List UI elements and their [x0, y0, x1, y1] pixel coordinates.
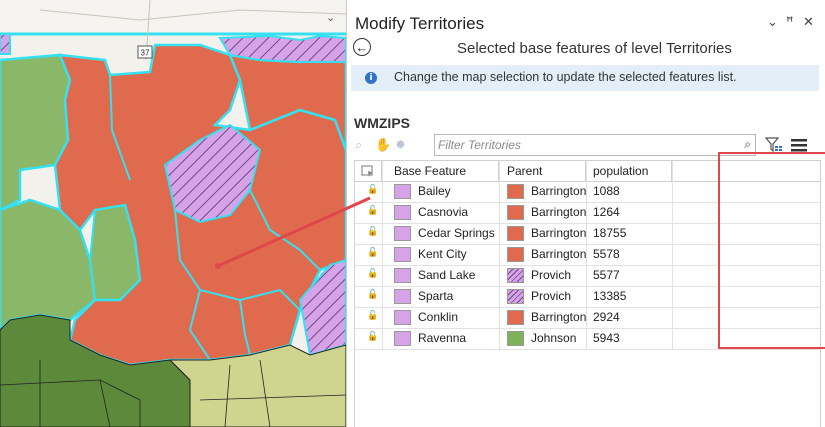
row-lock-icon[interactable]: 🔓	[367, 247, 378, 258]
row-lock-icon[interactable]: 🔓	[367, 331, 378, 342]
row-lock-icon[interactable]: 🔓	[367, 268, 378, 279]
row-lock-icon[interactable]: 🔓	[367, 205, 378, 216]
modify-territories-pane: Modify Territories ⌄ ꟸ ✕ ← Selected base…	[347, 0, 825, 427]
parent-swatch	[507, 310, 524, 325]
pane-subtitle: Selected base features of level Territor…	[457, 40, 732, 57]
column-header-base-feature[interactable]: Base Feature	[382, 161, 499, 181]
population-cell: 5943	[593, 331, 620, 345]
territory-map[interactable]: 37	[0, 0, 346, 427]
parent-swatch	[507, 205, 524, 220]
chevron-down-icon[interactable]: ⌄	[326, 11, 335, 24]
table-row[interactable]: 🔓 Conklin Barrington 2924	[355, 307, 820, 329]
base-feature-cell: Cedar Springs	[418, 226, 495, 240]
population-cell: 18755	[593, 226, 627, 240]
table-row[interactable]: 🔓 Sand Lake Provich 5577	[355, 265, 820, 287]
base-features-table: Base Feature Parent population 🔓 Bailey Ba…	[354, 160, 821, 427]
pane-title: Modify Territories	[355, 14, 485, 33]
filter-field[interactable]: ⌕	[434, 134, 756, 156]
base-feature-swatch	[394, 247, 411, 262]
base-feature-swatch	[394, 184, 411, 199]
map-view[interactable]: 37 ⌄	[0, 0, 346, 427]
filter-options-icon[interactable]	[764, 137, 783, 158]
parent-cell: Barrington	[531, 184, 587, 198]
pin-icon[interactable]: ꟸ	[786, 14, 794, 30]
table-row[interactable]: 🔓 Kent City Barrington 5578	[355, 244, 820, 266]
layer-name-text: WMZIPS	[354, 115, 410, 131]
column-header-population[interactable]: population	[586, 161, 672, 181]
parent-swatch	[507, 268, 524, 283]
parent-cell: Provich	[531, 268, 572, 282]
search-icon[interactable]: ⌕	[744, 137, 751, 152]
close-icon[interactable]: ✕	[803, 14, 814, 30]
parent-swatch	[507, 226, 524, 241]
base-feature-swatch	[394, 331, 411, 346]
layer-name: WMZIPS	[354, 115, 410, 131]
row-lock-icon[interactable]: 🔓	[367, 184, 378, 195]
table-header: Base Feature Parent population	[355, 161, 820, 182]
base-feature-cell: Kent City	[418, 247, 467, 261]
base-feature-swatch	[394, 205, 411, 220]
parent-cell: Johnson	[531, 331, 577, 345]
table-row[interactable]: 🔓 Ravenna Johnson 5943	[355, 328, 820, 350]
population-cell: 2924	[593, 310, 620, 324]
pan-to-icon[interactable]: ✋	[375, 137, 391, 153]
parent-cell: Barrington	[531, 247, 587, 261]
table-row[interactable]: 🔓 Sparta Provich 13385	[355, 286, 820, 308]
base-feature-cell: Sand Lake	[418, 268, 476, 282]
info-icon: i	[365, 72, 377, 84]
base-feature-cell: Ravenna	[418, 331, 467, 345]
road-shield-label: 37	[141, 49, 150, 58]
parent-swatch	[507, 247, 524, 262]
parent-swatch	[507, 289, 524, 304]
info-banner: i Change the map selection to update the…	[351, 65, 819, 91]
parent-cell: Barrington	[531, 205, 587, 219]
back-arrow-icon[interactable]: ←	[353, 38, 371, 56]
population-cell: 1264	[593, 205, 620, 219]
zoom-to-icon[interactable]: ⌕	[355, 137, 362, 153]
parent-swatch	[507, 331, 524, 346]
menu-icon[interactable]	[791, 139, 807, 157]
flash-icon[interactable]: ✹	[395, 137, 406, 153]
base-feature-swatch	[394, 289, 411, 304]
parent-cell: Barrington	[531, 310, 587, 324]
population-cell: 13385	[593, 289, 627, 303]
column-header-parent[interactable]: Parent	[499, 161, 586, 181]
pane-options-chevron-icon[interactable]: ⌄	[767, 14, 778, 30]
info-text: Change the map selection to update the s…	[394, 70, 737, 84]
base-feature-cell: Sparta	[418, 289, 454, 303]
parent-cell: Barrington	[531, 226, 587, 240]
base-feature-cell: Bailey	[418, 184, 451, 198]
parent-cell: Provich	[531, 289, 572, 303]
filter-input[interactable]	[438, 137, 723, 153]
population-cell: 5578	[593, 247, 620, 261]
population-cell: 5577	[593, 268, 620, 282]
base-feature-swatch	[394, 226, 411, 241]
row-lock-icon[interactable]: 🔓	[367, 310, 378, 321]
parent-swatch	[507, 184, 524, 199]
base-feature-cell: Conklin	[418, 310, 459, 324]
select-all-header[interactable]	[355, 161, 382, 181]
row-lock-icon[interactable]: 🔓	[367, 226, 378, 237]
base-feature-swatch	[394, 268, 411, 283]
row-lock-icon[interactable]: 🔓	[367, 289, 378, 300]
population-cell: 1088	[593, 184, 620, 198]
table-row[interactable]: 🔓 Cedar Springs Barrington 18755	[355, 223, 820, 245]
table-row[interactable]: 🔓 Bailey Barrington 1088	[355, 181, 820, 203]
base-feature-cell: Casnovia	[418, 205, 469, 219]
table-row[interactable]: 🔓 Casnovia Barrington 1264	[355, 202, 820, 224]
base-feature-swatch	[394, 310, 411, 325]
